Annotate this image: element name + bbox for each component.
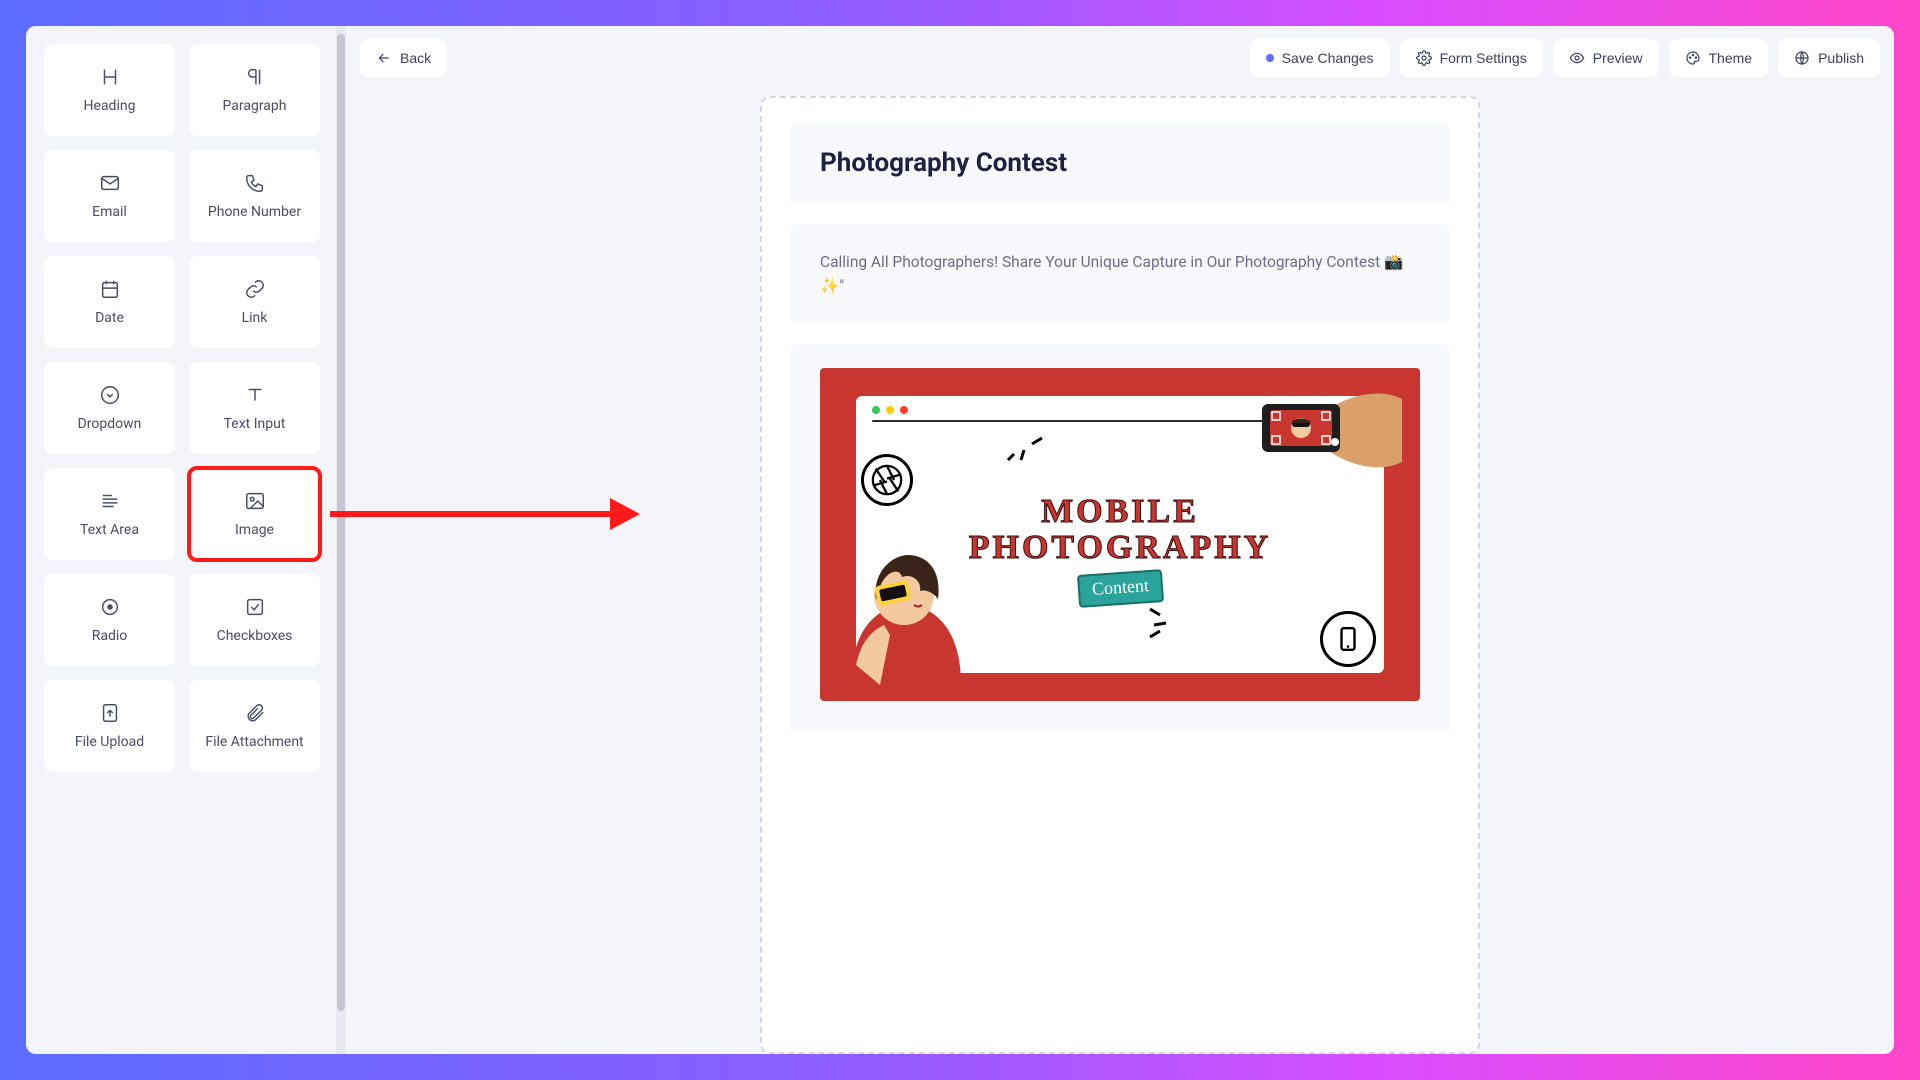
canvas-scroll-wrap: Photography Contest Calling All Photogra… — [346, 90, 1894, 1054]
spark-lines-icon — [1006, 424, 1046, 464]
field-tile-phone[interactable]: Phone Number — [189, 150, 320, 242]
camera-aperture-icon — [861, 454, 913, 506]
poster-line2: PHOTOGRAPHY — [969, 530, 1272, 566]
back-button[interactable]: Back — [360, 39, 447, 77]
preview-button[interactable]: Preview — [1553, 39, 1659, 77]
topbar: Back Save Changes Form Settings Preview … — [346, 26, 1894, 90]
field-tile-link[interactable]: Link — [189, 256, 320, 348]
field-tile-date[interactable]: Date — [44, 256, 175, 348]
settings-button-label: Form Settings — [1440, 50, 1527, 66]
field-tile-checkboxes[interactable]: Checkboxes — [189, 574, 320, 666]
field-tile-image[interactable]: Image — [189, 468, 320, 560]
spark-lines-icon — [1144, 603, 1184, 643]
form-description: Calling All Photographers! Share Your Un… — [820, 250, 1420, 298]
text-icon — [244, 384, 266, 406]
form-image-block[interactable]: MOBILE PHOTOGRAPHY Content — [790, 344, 1450, 731]
publish-button[interactable]: Publish — [1778, 39, 1880, 77]
field-tile-file-attachment[interactable]: File Attachment — [189, 680, 320, 772]
hand-holding-phone-icon — [1202, 384, 1402, 504]
form-title: Photography Contest — [820, 148, 1420, 178]
arrow-left-icon — [376, 50, 392, 66]
form-description-block[interactable]: Calling All Photographers! Share Your Un… — [790, 224, 1450, 324]
field-tile-radio[interactable]: Radio — [44, 574, 175, 666]
sidebar-scrollbar[interactable] — [336, 26, 346, 1054]
radio-icon — [99, 596, 121, 618]
field-tile-label: Link — [242, 310, 268, 326]
scrollbar-thumb[interactable] — [337, 34, 345, 1011]
field-tile-heading[interactable]: Heading — [44, 44, 175, 136]
upload-icon — [99, 702, 121, 724]
globe-icon — [1794, 50, 1810, 66]
poster-browser-window: MOBILE PHOTOGRAPHY Content — [856, 396, 1384, 672]
theme-button-label: Theme — [1709, 50, 1753, 66]
unsaved-dot-icon — [1266, 54, 1274, 62]
field-tile-text-input[interactable]: Text Input — [189, 362, 320, 454]
field-palette-sidebar: Heading Paragraph Email Phone Number Date Lin… — [26, 26, 346, 1054]
palette-icon — [1685, 50, 1701, 66]
mail-icon — [99, 172, 121, 194]
calendar-icon — [99, 278, 121, 300]
field-tile-label: Text Input — [224, 416, 286, 432]
field-tile-paragraph[interactable]: Paragraph — [189, 44, 320, 136]
check-icon — [244, 596, 266, 618]
save-button-label: Save Changes — [1282, 50, 1374, 66]
paragraph-icon — [244, 66, 266, 88]
heading-icon — [99, 66, 121, 88]
poster-headline: MOBILE PHOTOGRAPHY — [969, 494, 1272, 565]
textarea-icon — [99, 490, 121, 512]
app-frame: Heading Paragraph Email Phone Number Date Lin… — [26, 26, 1894, 1054]
phone-icon — [244, 172, 266, 194]
field-tile-file-upload[interactable]: File Upload — [44, 680, 175, 772]
preview-button-label: Preview — [1593, 50, 1643, 66]
field-tile-text-area[interactable]: Text Area — [44, 468, 175, 560]
main-area: Back Save Changes Form Settings Preview … — [346, 26, 1894, 1054]
gear-icon — [1416, 50, 1432, 66]
dropdown-icon — [99, 384, 121, 406]
field-tile-label: File Upload — [75, 734, 144, 750]
publish-button-label: Publish — [1818, 50, 1864, 66]
clip-icon — [244, 702, 266, 724]
poster-image: MOBILE PHOTOGRAPHY Content — [820, 368, 1420, 701]
eye-icon — [1569, 50, 1585, 66]
field-tile-label: Date — [95, 310, 124, 326]
form-settings-button[interactable]: Form Settings — [1400, 39, 1543, 77]
field-tile-label: Phone Number — [208, 204, 301, 220]
field-grid: Heading Paragraph Email Phone Number Date Lin… — [44, 44, 334, 772]
field-tile-label: Paragraph — [223, 98, 287, 114]
field-tile-label: Radio — [92, 628, 128, 644]
theme-button[interactable]: Theme — [1669, 39, 1769, 77]
woman-photographer-icon — [846, 545, 976, 685]
image-icon — [244, 490, 266, 512]
back-button-label: Back — [400, 50, 431, 66]
link-icon — [244, 278, 266, 300]
form-canvas[interactable]: Photography Contest Calling All Photogra… — [760, 96, 1480, 1054]
field-tile-label: Heading — [84, 98, 136, 114]
field-tile-label: Email — [92, 204, 127, 220]
field-tile-label: File Attachment — [205, 734, 303, 750]
form-title-block[interactable]: Photography Contest — [790, 122, 1450, 204]
field-tile-dropdown[interactable]: Dropdown — [44, 362, 175, 454]
field-tile-label: Text Area — [80, 522, 139, 538]
field-tile-email[interactable]: Email — [44, 150, 175, 242]
field-tile-label: Dropdown — [78, 416, 142, 432]
field-tile-label: Checkboxes — [217, 628, 293, 644]
save-changes-button[interactable]: Save Changes — [1250, 39, 1390, 77]
field-tile-label: Image — [235, 522, 274, 538]
smartphone-icon — [1320, 611, 1376, 667]
